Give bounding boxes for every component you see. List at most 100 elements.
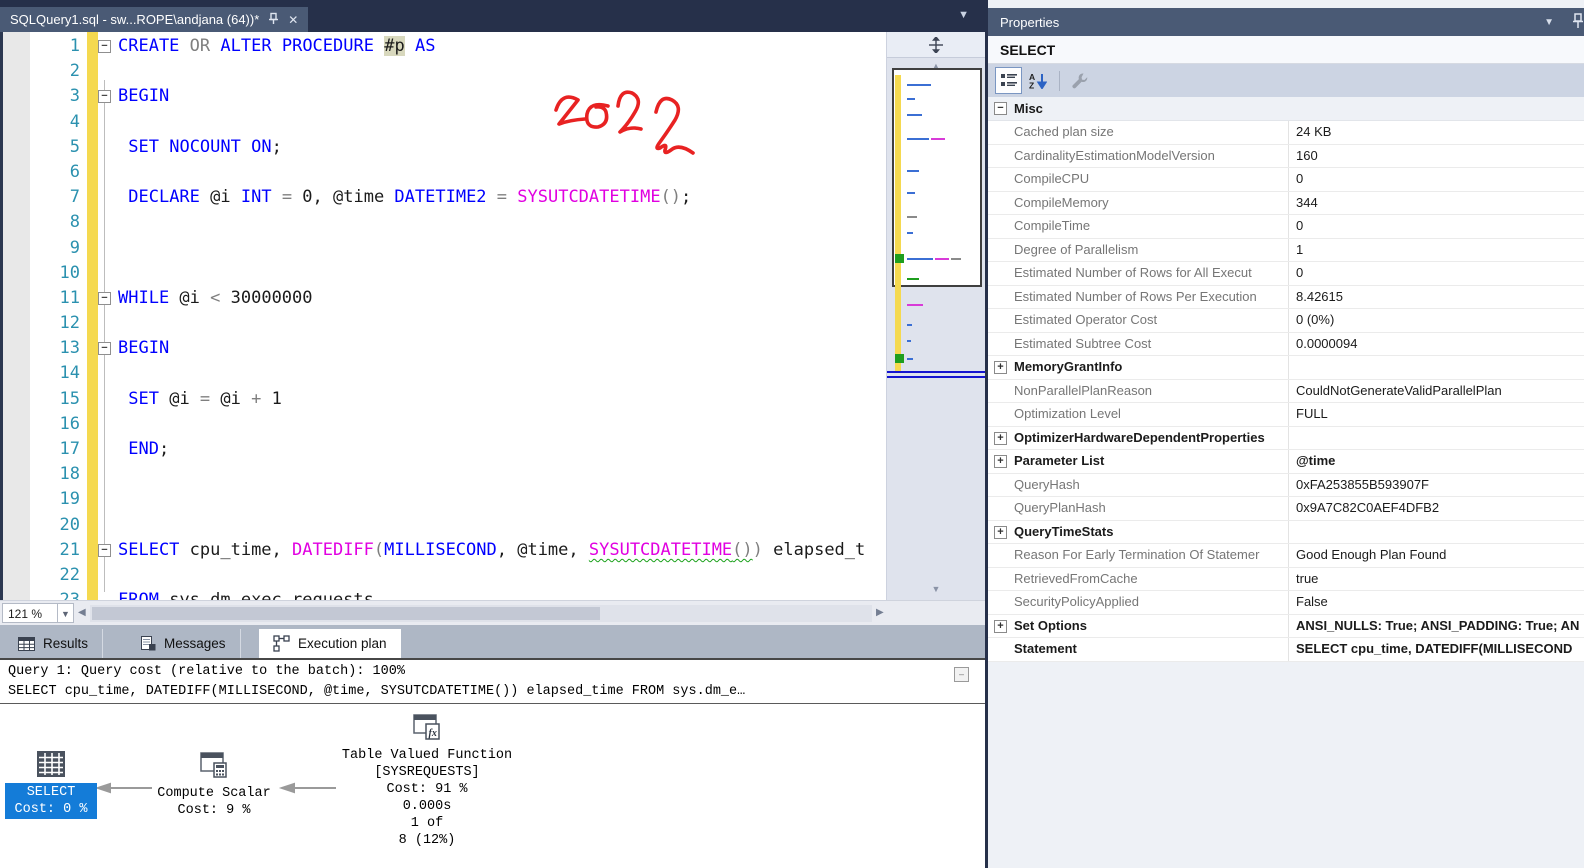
- fold-collapse-box[interactable]: −: [98, 291, 111, 305]
- plan-node-text: [SYSREQUESTS]: [374, 765, 480, 780]
- property-row[interactable]: Estimated Number of Rows Per Execution 8.…: [988, 285, 1584, 309]
- code-line: 15 SET @i = @i + 1: [0, 387, 886, 412]
- property-row[interactable]: QueryHash 0xFA253855B593907F: [988, 473, 1584, 497]
- property-row[interactable]: Estimated Subtree Cost 0.0000094: [988, 332, 1584, 356]
- property-row[interactable]: + Set Options ANSI_NULLS: True; ANSI_PADDI…: [988, 614, 1584, 638]
- alphabetical-sort-button[interactable]: A Z: [1024, 67, 1051, 94]
- line-number: 22: [59, 564, 80, 585]
- tab-messages[interactable]: Messages: [127, 629, 241, 658]
- code-line: 1− CREATE OR ALTER PROCEDURE #p AS: [0, 34, 886, 59]
- line-number: 18: [59, 464, 80, 485]
- property-row[interactable]: CardinalityEstimationModelVersion 160: [988, 144, 1584, 168]
- plan-node-text: Cost: 91 %: [386, 782, 468, 797]
- fold-collapse-box[interactable]: −: [98, 90, 111, 104]
- property-label: Estimated Number of Rows Per Execution: [1014, 288, 1257, 304]
- property-value: 0 (0%): [1288, 309, 1584, 332]
- properties-pin-icon[interactable]: [1572, 13, 1584, 32]
- fold-collapse-box[interactable]: −: [98, 543, 111, 557]
- plan-node-compute-scalar[interactable]: Compute Scalar Cost: 9 %: [150, 750, 278, 819]
- property-row[interactable]: Reason For Early Termination Of Statemer…: [988, 544, 1584, 568]
- property-row[interactable]: QueryPlanHash 0x9A7C82C0AEF4DFB2: [988, 497, 1584, 521]
- row-expander[interactable]: +: [994, 619, 1007, 633]
- splitter-handle[interactable]: [887, 32, 985, 58]
- minimap-viewport[interactable]: [892, 68, 982, 287]
- code-line: 5 SET NOCOUNT ON;: [0, 135, 886, 160]
- categorized-button[interactable]: [995, 67, 1022, 94]
- selected-object-name: SELECT: [988, 36, 1584, 64]
- code-line: 2: [0, 59, 886, 84]
- property-row[interactable]: RetrievedFromCache true: [988, 567, 1584, 591]
- line-number: 4: [69, 111, 80, 132]
- plan-node-select[interactable]: SELECT Cost: 0 %: [5, 750, 97, 819]
- line-number: 7: [69, 187, 80, 208]
- code-line: 21− SELECT cpu_time, DATEDIFF(MILLISECOND…: [0, 538, 886, 563]
- zoom-chevron-down-icon[interactable]: ▼: [58, 603, 74, 623]
- property-row[interactable]: Optimization Level FULL: [988, 403, 1584, 427]
- property-row[interactable]: CompileMemory 344: [988, 191, 1584, 215]
- property-row[interactable]: + Parameter List @time: [988, 450, 1584, 474]
- scroll-down-arrow[interactable]: ▼: [887, 584, 985, 594]
- svg-text:Z: Z: [1029, 81, 1034, 90]
- code-line: 4: [0, 110, 886, 135]
- plan-node-text: 1 of: [410, 816, 444, 831]
- property-row[interactable]: Estimated Number of Rows for All Execut 0: [988, 262, 1584, 286]
- code-lines[interactable]: 1− CREATE OR ALTER PROCEDURE #p AS 2 3− BEGI…: [0, 34, 886, 600]
- line-number: 19: [59, 489, 80, 510]
- property-label: Estimated Subtree Cost: [1014, 335, 1152, 351]
- pin-icon[interactable]: [268, 12, 279, 28]
- property-row[interactable]: Estimated Operator Cost 0 (0%): [988, 309, 1584, 333]
- property-row[interactable]: Cached plan size 24 KB: [988, 121, 1584, 145]
- property-row[interactable]: CompileTime 0: [988, 215, 1584, 239]
- plan-node-text: Cost: 0 %: [14, 802, 88, 817]
- minimap-scrollbar[interactable]: ▲ ▼: [886, 32, 985, 600]
- collapse-button[interactable]: –: [954, 667, 969, 682]
- horizontal-scrollbar[interactable]: [90, 605, 872, 622]
- code-line: 17 END;: [0, 437, 886, 462]
- plan-node-text: 0.000s: [402, 799, 452, 814]
- code-line: 11− WHILE @i < 30000000: [0, 286, 886, 311]
- tab-messages-label: Messages: [164, 636, 226, 651]
- property-label: Statement: [1014, 641, 1077, 656]
- document-tab[interactable]: SQLQuery1.sql - sw...ROPE\andjana (64))*…: [0, 7, 309, 32]
- fold-collapse-box[interactable]: −: [98, 342, 111, 356]
- tab-results[interactable]: Results: [4, 629, 104, 658]
- fold-collapse-box[interactable]: −: [98, 40, 111, 53]
- tab-list-chevron-down-icon[interactable]: ▼: [958, 9, 969, 21]
- category-row-misc[interactable]: − Misc: [988, 97, 1584, 121]
- property-value: 160: [1288, 144, 1584, 167]
- category-expander[interactable]: −: [988, 97, 1014, 121]
- row-expander[interactable]: +: [994, 361, 1007, 374]
- plan-node-text: Cost: 9 %: [177, 803, 251, 818]
- property-row[interactable]: Degree of Parallelism 1: [988, 238, 1584, 262]
- property-row[interactable]: Statement SELECT cpu_time, DATEDIFF(MILLI…: [988, 638, 1584, 662]
- horizontal-scrollbar-thumb[interactable]: [92, 607, 600, 620]
- scroll-left-arrow[interactable]: ◀: [78, 607, 86, 618]
- property-value: @time: [1288, 450, 1584, 473]
- property-row[interactable]: NonParallelPlanReason CouldNotGenerateVal…: [988, 379, 1584, 403]
- plan-node-tvf[interactable]: fx Table Valued Function [SYSREQUESTS] Cost…: [332, 712, 522, 849]
- tab-execution-plan[interactable]: Execution plan: [259, 629, 401, 658]
- code-editor[interactable]: 1− CREATE OR ALTER PROCEDURE #p AS 2 3− BEGI…: [0, 32, 985, 600]
- zoom-level-select[interactable]: 121 %: [2, 603, 58, 623]
- property-row[interactable]: + QueryTimeStats: [988, 520, 1584, 544]
- property-value: False: [1288, 591, 1584, 614]
- property-value: 24 KB: [1288, 121, 1584, 144]
- property-row[interactable]: + MemoryGrantInfo: [988, 356, 1584, 380]
- scroll-right-arrow[interactable]: ▶: [876, 607, 884, 618]
- property-label: Parameter List: [1014, 453, 1105, 468]
- row-expander[interactable]: +: [994, 525, 1007, 539]
- code-line: 23FROM sys.dm_exec_requests: [0, 588, 886, 600]
- properties-toolbar: A Z: [988, 64, 1584, 97]
- row-expander[interactable]: +: [994, 431, 1007, 445]
- property-row[interactable]: + OptimizerHardwareDependentProperties: [988, 426, 1584, 450]
- close-icon[interactable]: ✕: [288, 13, 298, 27]
- property-pages-button[interactable]: [1066, 67, 1093, 94]
- code-line: 22: [0, 563, 886, 588]
- row-expander[interactable]: +: [994, 455, 1007, 468]
- property-row[interactable]: SecurityPolicyApplied False: [988, 591, 1584, 615]
- properties-chevron-down-icon[interactable]: ▼: [1544, 17, 1554, 28]
- property-label: NonParallelPlanReason: [1014, 382, 1153, 398]
- line-number: 6: [69, 161, 80, 182]
- property-row[interactable]: CompileCPU 0: [988, 168, 1584, 192]
- document-tab-title: SQLQuery1.sql - sw...ROPE\andjana (64))*: [10, 12, 260, 27]
